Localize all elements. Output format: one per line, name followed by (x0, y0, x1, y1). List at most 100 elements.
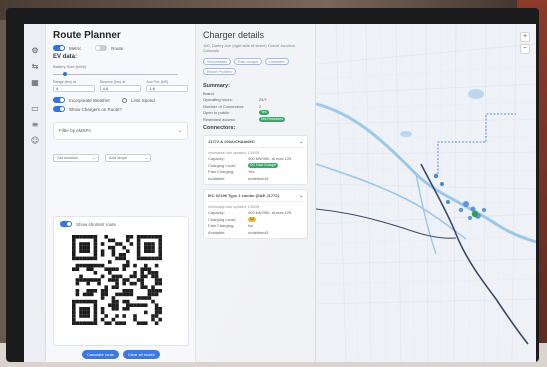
monitor-screen: ⚙ ⇆ ▦ ▭ ≡ ☺ Route Planner Metric Route E… (24, 24, 536, 362)
filter-emsp-dropdown[interactable]: Filter by eMSPs ⌄ (53, 122, 188, 140)
grid-icon[interactable]: ▦ (30, 78, 40, 88)
aux-power-label: Aux Pwr (kW) (146, 80, 169, 84)
metric-label: Metric (69, 45, 82, 51)
range-input[interactable]: 4 (53, 85, 95, 92)
route-toggle[interactable] (95, 45, 108, 51)
kv-value: undefined/1 (248, 175, 269, 181)
kv-value: 400 kW/350, at max 125 (248, 156, 292, 161)
zoom-in-button[interactable]: + (520, 32, 530, 42)
panel-title: Route Planner (53, 30, 121, 41)
kv-key: Fast Charging: (208, 169, 235, 174)
connectors-list: J1772 & 200A/CHAdeMO ⌄ Information last up… (203, 134, 308, 239)
aux-power-input[interactable]: 1.8 (146, 85, 189, 92)
shortest-route-label: Show shortest route (76, 221, 117, 227)
kv-key: Charging Level: (208, 216, 237, 222)
show-chargers-toggle[interactable] (53, 106, 65, 112)
kv-value: Yes (248, 169, 255, 174)
limit-speed-label: Limit Speed (130, 97, 155, 103)
kv-row: Restricted access: Not Restricted (203, 116, 308, 122)
route-icon[interactable]: ⇆ (30, 62, 40, 72)
route-planner-panel: Route Planner Metric Route EV data: Batt… (46, 24, 196, 362)
connector-card[interactable]: J1772 & 200A/CHAdeMO ⌄ Information last up… (203, 134, 308, 185)
kv-key: Open to public: (203, 110, 230, 115)
metric-toggle[interactable] (53, 45, 65, 51)
add-stops-label: Add stops (109, 155, 127, 160)
chevron-down-icon[interactable]: ⌄ (300, 139, 303, 144)
kv-row: Charging Level: L2 (208, 216, 303, 222)
chevron-down-icon: ⌄ (144, 155, 148, 160)
weather-label: Incorporate Weather (69, 97, 110, 103)
summary-list: Brand: Operating hours: 24/7 Number of Conn… (203, 91, 308, 122)
range-label: Range (km) at (53, 80, 76, 84)
connector-card[interactable]: IEC 62196 Type 1 combo (SAE J1772) ⌄ Infor… (203, 188, 308, 239)
slider-knob[interactable] (63, 72, 67, 76)
shortest-route-toggle[interactable] (60, 221, 72, 227)
set-location-select[interactable]: Set location ⌄ (53, 154, 99, 162)
battery-label: Battery Size (kWh) (53, 64, 87, 69)
user-icon[interactable]: ☺ (30, 136, 40, 146)
kv-key: Operating hours: (203, 97, 233, 102)
qr-code (72, 235, 162, 325)
connector-updated: Information last updated: 1/16/08 (208, 200, 303, 209)
kv-row: Capacity: 400 kW/350, at max 125 (208, 156, 303, 161)
kv-value: No (248, 223, 254, 228)
battery-slider[interactable] (53, 72, 188, 76)
kv-key: Fast Charging: (208, 223, 235, 228)
kv-value: Yes (259, 110, 269, 115)
kv-key: Number of Connectors: (203, 103, 245, 109)
kv-row: Fast Charging: No (208, 223, 303, 228)
connector-name: IEC 62196 Type 1 combo (SAE J1772) (208, 192, 279, 198)
kv-row: Available: undefined/1 (208, 176, 303, 181)
visit-website-chip[interactable]: Visit Website (203, 58, 232, 65)
connector-title: J1772 & 200A/CHAdeMO ⌄ (208, 139, 303, 144)
report-problem-chip[interactable]: Report Problem (203, 68, 236, 75)
charger-address: 100, Dorley Ave (right side of street) G… (203, 43, 297, 53)
kv-row: Capacity: 400 kW/350, at max 125 (208, 210, 303, 215)
kv-key: Capacity: (208, 156, 225, 161)
action-chips: Visit Website Rate charger Directions Re… (203, 58, 308, 75)
kv-row: Fast Charging: Yes (208, 169, 303, 174)
kv-value: undefined/1 (248, 229, 269, 235)
monitor-bezel: ⚙ ⇆ ▦ ▭ ≡ ☺ Route Planner Metric Route E… (6, 8, 539, 362)
nav-rail: ⚙ ⇆ ▦ ▭ ≡ ☺ (24, 24, 46, 362)
directions-chip[interactable]: Directions (265, 58, 289, 65)
kv-key: Capacity: (208, 210, 225, 215)
kv-key: Charging Level: (208, 162, 237, 168)
qr-card: Show shortest route (53, 216, 189, 346)
clear-routes-button[interactable]: Clear all routes (122, 350, 160, 359)
map-view[interactable]: + − (316, 24, 536, 362)
calculate-route-button[interactable]: Calculate route (82, 350, 119, 359)
reserve-label: Reserve (km) at (99, 80, 126, 84)
kv-key: Brand: (203, 90, 215, 96)
kv-value: Not Restricted (259, 116, 286, 122)
weather-toggle[interactable] (53, 97, 65, 103)
charger-details-panel: Charger details 100, Dorley Ave (right s… (196, 24, 316, 362)
kv-key: Available: (208, 229, 226, 235)
set-location-label: Set location (57, 155, 78, 160)
kv-value: L2 (248, 216, 256, 222)
map-canvas[interactable] (316, 24, 536, 362)
kv-key: Available: (208, 175, 226, 181)
kv-row: Open to public: Yes (203, 110, 308, 115)
route-label: Route (111, 45, 124, 51)
kv-key: Restricted access: (203, 116, 236, 122)
kv-value: 2 (259, 103, 262, 109)
rate-charger-chip[interactable]: Rate charger (234, 58, 263, 65)
kv-value: 24/7 (259, 97, 267, 102)
add-stops-select[interactable]: Add stops ⌄ (105, 154, 151, 162)
settings-icon[interactable]: ⚙ (30, 46, 40, 56)
reserve-input[interactable]: 4.8 (99, 85, 142, 92)
connector-updated: Information last updated: 1/16/08 (208, 146, 303, 155)
limit-speed-radio[interactable] (121, 97, 127, 103)
details-title: Charger details (203, 30, 265, 40)
zoom-out-button[interactable]: − (520, 44, 530, 54)
kv-row: Brand: (203, 91, 308, 96)
kv-value: DC Fast Charger (248, 162, 279, 168)
chevron-down-icon[interactable]: ⌄ (300, 193, 303, 198)
chevron-down-icon: ⌄ (178, 128, 182, 133)
layers-icon[interactable]: ≡ (30, 120, 40, 130)
filter-label: Filter by eMSPs (59, 128, 91, 133)
connector-title: IEC 62196 Type 1 combo (SAE J1772) ⌄ (208, 193, 303, 198)
battery-icon[interactable]: ▭ (30, 104, 40, 114)
show-chargers-label: Show Chargers on Route? (69, 106, 123, 112)
